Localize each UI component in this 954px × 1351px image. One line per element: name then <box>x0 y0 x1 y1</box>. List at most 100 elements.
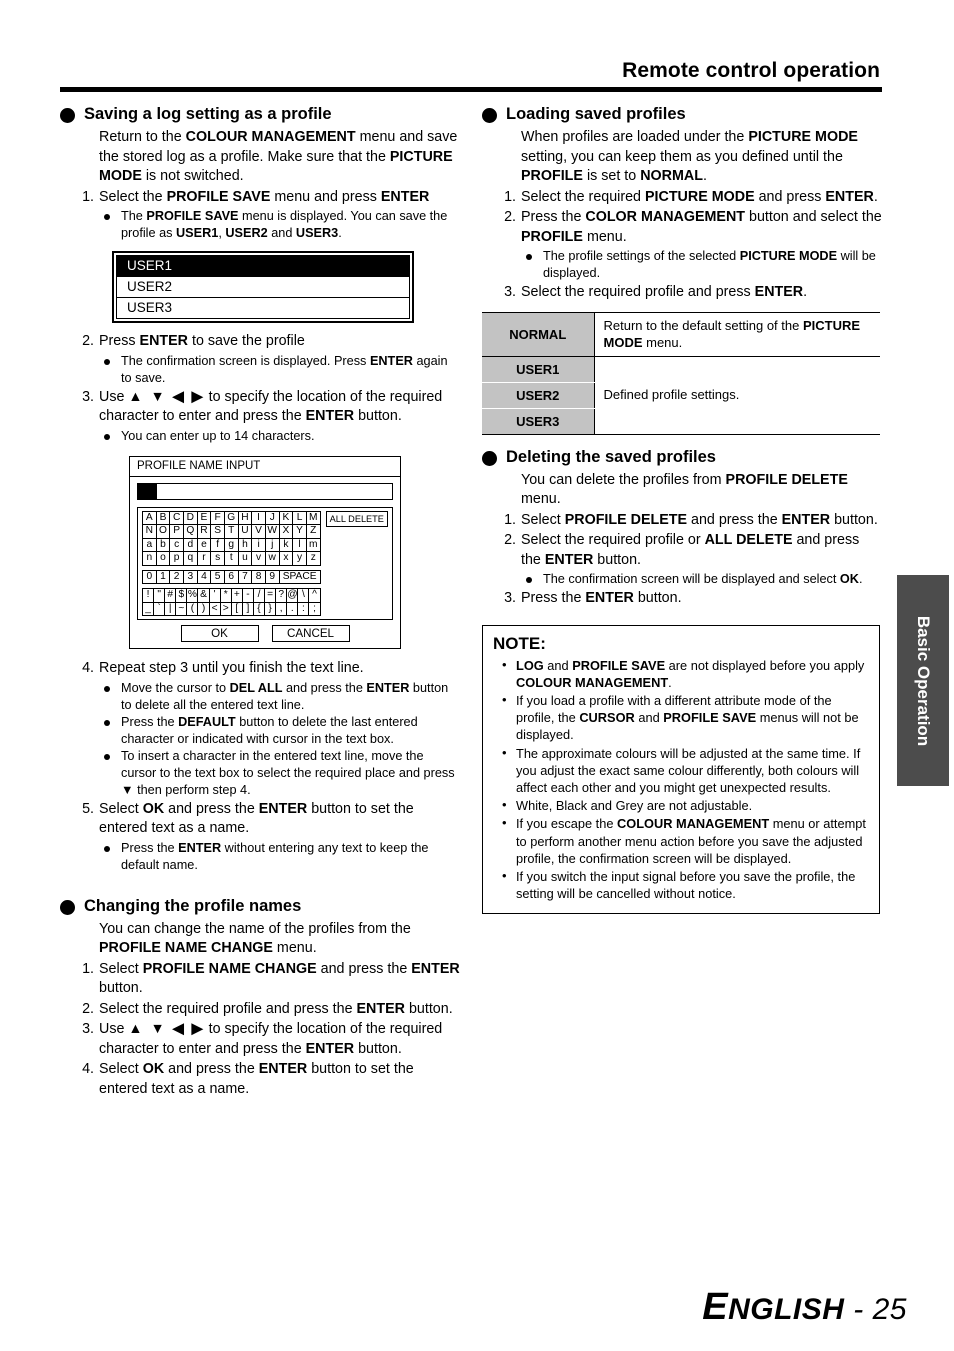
key-G[interactable]: G <box>223 510 239 525</box>
key-symbol[interactable]: > <box>219 601 232 616</box>
key-Q[interactable]: Q <box>182 524 198 539</box>
key-symbol[interactable]: { <box>252 601 266 616</box>
key-X[interactable]: X <box>278 524 294 539</box>
key-a[interactable]: a <box>142 537 157 552</box>
key-symbol[interactable]: + <box>230 588 243 603</box>
key-w[interactable]: w <box>264 551 280 566</box>
ok-button[interactable]: OK <box>180 625 259 642</box>
key-4[interactable]: 4 <box>196 569 212 584</box>
key-T[interactable]: T <box>223 524 239 539</box>
key-o[interactable]: o <box>155 551 171 566</box>
key-A[interactable]: A <box>142 510 157 525</box>
key-9[interactable]: 9 <box>264 569 280 584</box>
key-K[interactable]: K <box>278 510 294 525</box>
all-delete-button[interactable]: ALL DELETE <box>325 510 388 527</box>
key-symbol[interactable]: ! <box>141 588 155 603</box>
key-0[interactable]: 0 <box>142 569 157 584</box>
key-q[interactable]: q <box>182 551 198 566</box>
key-H[interactable]: H <box>237 510 253 525</box>
key-r[interactable]: r <box>196 551 212 566</box>
osd-list-item-user3[interactable]: USER3 <box>116 297 410 319</box>
key-h[interactable]: h <box>237 537 253 552</box>
key-M[interactable]: M <box>305 510 321 525</box>
key-W[interactable]: W <box>264 524 280 539</box>
key-symbol[interactable]: } <box>264 601 277 616</box>
key-symbol[interactable]: % <box>186 588 199 603</box>
key-v[interactable]: v <box>251 551 266 566</box>
key-m[interactable]: m <box>305 537 321 552</box>
key-y[interactable]: y <box>292 551 307 566</box>
key-J[interactable]: J <box>264 510 280 525</box>
key-D[interactable]: D <box>182 510 198 525</box>
key-space[interactable]: SPACE <box>278 569 321 584</box>
key-symbol[interactable]: @ <box>286 588 299 603</box>
key-5[interactable]: 5 <box>210 569 225 584</box>
key-1[interactable]: 1 <box>155 569 171 584</box>
key-B[interactable]: B <box>155 510 171 525</box>
key-6[interactable]: 6 <box>223 569 239 584</box>
key-symbol[interactable]: : <box>297 601 310 616</box>
key-g[interactable]: g <box>223 537 239 552</box>
key-b[interactable]: b <box>155 537 171 552</box>
key-u[interactable]: u <box>237 551 253 566</box>
key-z[interactable]: z <box>305 551 321 566</box>
key-i[interactable]: i <box>251 537 266 552</box>
key-j[interactable]: j <box>264 537 280 552</box>
key-P[interactable]: P <box>169 524 184 539</box>
key-symbol[interactable]: . <box>286 601 299 616</box>
key-symbol[interactable]: $ <box>175 588 188 603</box>
key-p[interactable]: p <box>169 551 184 566</box>
key-symbol[interactable]: - <box>241 588 254 603</box>
key-l[interactable]: l <box>292 537 307 552</box>
key-d[interactable]: d <box>182 537 198 552</box>
key-2[interactable]: 2 <box>169 569 184 584</box>
key-8[interactable]: 8 <box>251 569 266 584</box>
cancel-button[interactable]: CANCEL <box>271 625 350 642</box>
key-symbol[interactable]: _ <box>141 601 155 616</box>
key-symbol[interactable]: = <box>264 588 277 603</box>
key-x[interactable]: x <box>278 551 294 566</box>
key-symbol[interactable]: / <box>252 588 266 603</box>
key-I[interactable]: I <box>251 510 266 525</box>
key-symbol[interactable]: ? <box>275 588 288 603</box>
key-symbol[interactable]: ; <box>308 601 321 616</box>
key-C[interactable]: C <box>169 510 184 525</box>
key-O[interactable]: O <box>155 524 171 539</box>
key-e[interactable]: e <box>196 537 212 552</box>
osd-list-item-user1[interactable]: USER1 <box>116 255 410 277</box>
key-symbol[interactable]: < <box>208 601 221 616</box>
key-symbol[interactable]: ^ <box>308 588 321 603</box>
osd-list-item-user2[interactable]: USER2 <box>116 276 410 298</box>
key-symbol[interactable]: ' <box>208 588 221 603</box>
key-symbol[interactable]: ) <box>197 601 210 616</box>
key-n[interactable]: n <box>142 551 157 566</box>
key-7[interactable]: 7 <box>237 569 253 584</box>
name-text-input[interactable] <box>137 482 393 500</box>
key-c[interactable]: c <box>169 537 184 552</box>
key-U[interactable]: U <box>237 524 253 539</box>
key-symbol[interactable]: # <box>164 588 177 603</box>
key-symbol[interactable]: [ <box>230 601 243 616</box>
key-N[interactable]: N <box>142 524 157 539</box>
key-symbol[interactable]: * <box>219 588 232 603</box>
key-t[interactable]: t <box>223 551 239 566</box>
key-symbol[interactable]: ` <box>153 601 166 616</box>
key-symbol[interactable]: & <box>197 588 210 603</box>
key-symbol[interactable]: ( <box>186 601 199 616</box>
key-R[interactable]: R <box>196 524 212 539</box>
key-symbol[interactable]: ] <box>241 601 254 616</box>
key-symbol[interactable]: | <box>164 601 177 616</box>
key-symbol[interactable]: , <box>275 601 288 616</box>
key-Z[interactable]: Z <box>305 524 321 539</box>
key-V[interactable]: V <box>251 524 266 539</box>
key-3[interactable]: 3 <box>182 569 198 584</box>
key-S[interactable]: S <box>210 524 225 539</box>
key-s[interactable]: s <box>210 551 225 566</box>
key-symbol[interactable]: ~ <box>175 601 188 616</box>
key-L[interactable]: L <box>292 510 307 525</box>
key-symbol[interactable]: " <box>153 588 166 603</box>
key-symbol[interactable]: \ <box>297 588 310 603</box>
key-E[interactable]: E <box>196 510 212 525</box>
key-f[interactable]: f <box>210 537 225 552</box>
key-Y[interactable]: Y <box>292 524 307 539</box>
